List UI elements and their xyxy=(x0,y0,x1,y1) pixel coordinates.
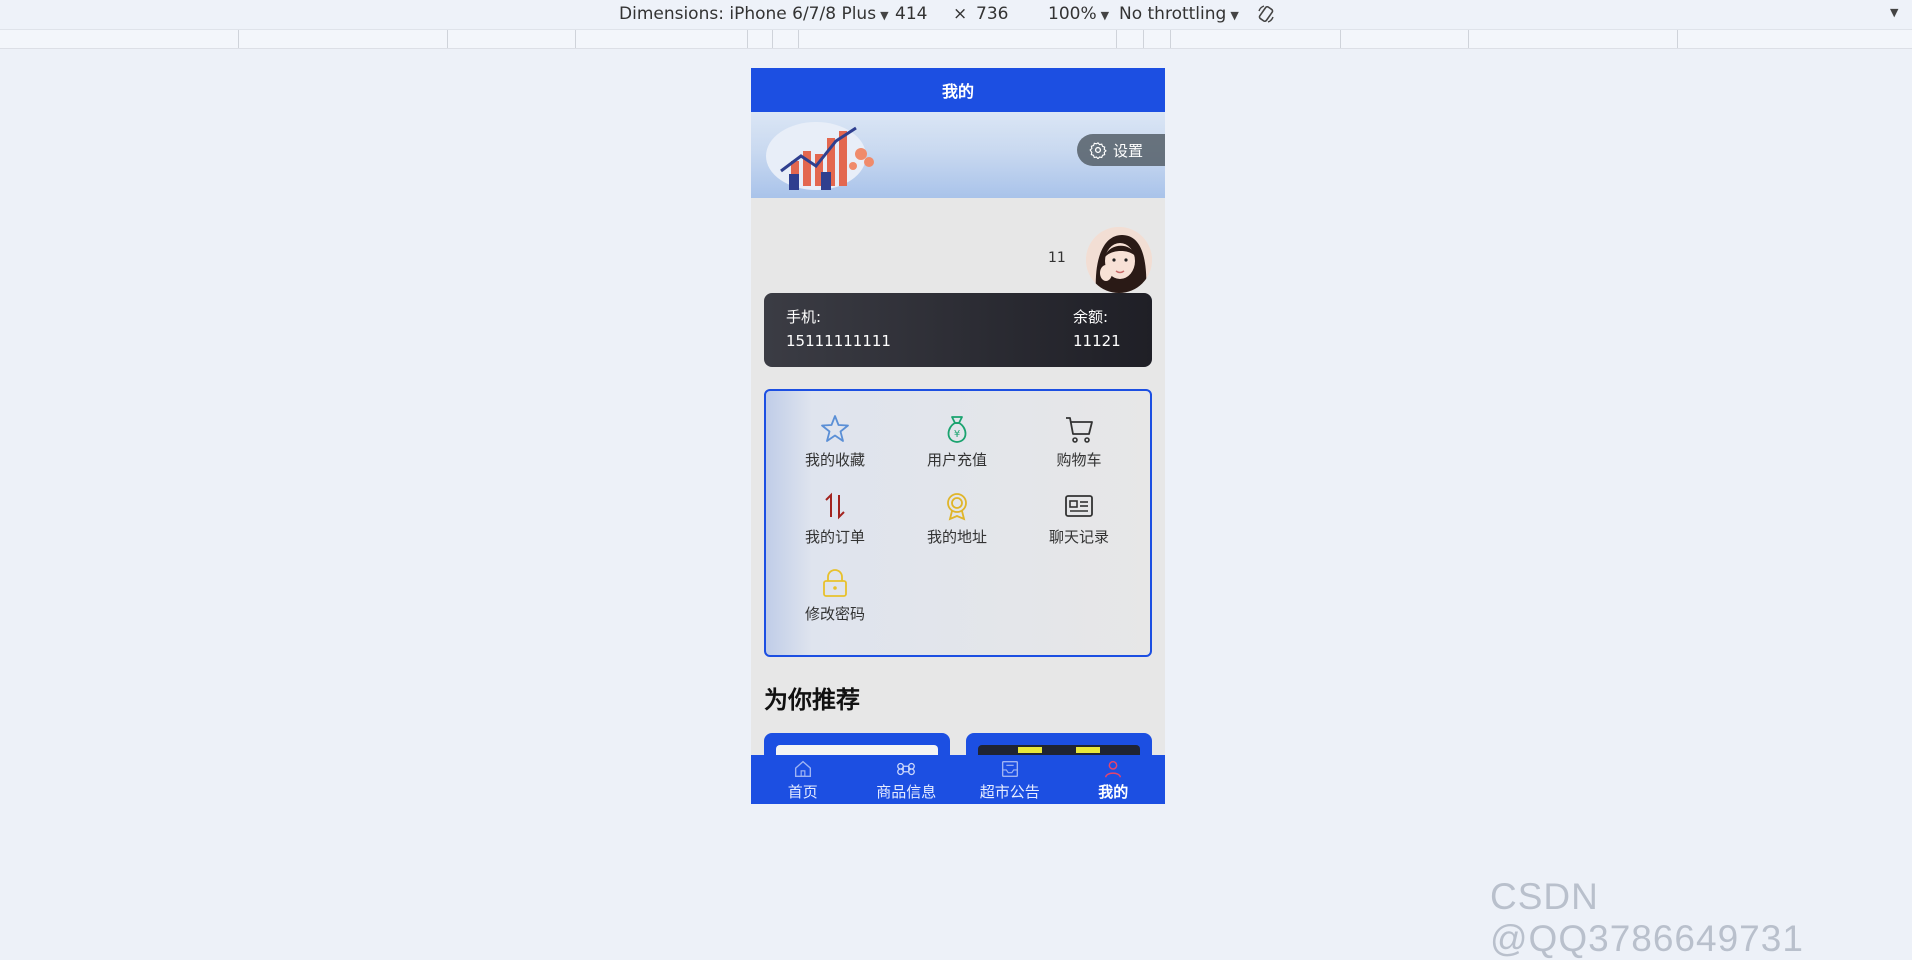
rotate-icon[interactable] xyxy=(1256,4,1276,24)
menu-label: 修改密码 xyxy=(804,605,865,623)
account-info-card: 手机: 15111111111 余额: 11121 xyxy=(764,293,1152,367)
menu-label: 我的地址 xyxy=(926,528,987,546)
function-menu-panel: 我的收藏 ¥ 用户充值 购物车 我的订单 我的地址 聊天记录 修改密码 xyxy=(764,389,1152,657)
medal-icon xyxy=(947,493,967,521)
width-input[interactable]: 414 xyxy=(895,4,927,24)
lock-icon xyxy=(823,569,847,597)
menu-item-change-password[interactable]: 修改密码 xyxy=(780,567,890,631)
profile-banner: 设置 xyxy=(751,112,1165,198)
page-header: 我的 xyxy=(751,68,1165,112)
tab-label: 首页 xyxy=(787,783,818,801)
dropdown-arrow-icon: ▼ xyxy=(1230,9,1239,22)
devtools-toolbar: Dimensions: iPhone 6/7/8 Plus ▼ 414 × 736… xyxy=(0,0,1912,30)
balance-value: 11121 xyxy=(1073,332,1121,350)
tab-notices[interactable]: 超市公告 xyxy=(958,755,1062,804)
menu-label: 我的订单 xyxy=(804,528,865,546)
avatar-image xyxy=(1086,227,1152,293)
up-down-arrows-icon xyxy=(825,492,845,520)
dimensions-label: Dimensions: iPhone 6/7/8 Plus xyxy=(619,4,877,24)
phone-label: 手机: xyxy=(786,308,822,326)
growth-chart-illustration xyxy=(766,122,874,190)
phone-viewport: 我的 设置 11 手机: 15111111111 余额: 11121 我的收藏 … xyxy=(751,68,1165,804)
balance-label: 余额: xyxy=(1073,308,1109,326)
dropdown-arrow-icon: ▼ xyxy=(1100,9,1110,22)
username: 11 xyxy=(1048,250,1066,266)
menu-label: 用户充值 xyxy=(926,451,987,469)
menu-label: 聊天记录 xyxy=(1048,528,1109,546)
menu-item-cart[interactable]: 购物车 xyxy=(1024,413,1134,477)
page-title: 我的 xyxy=(941,82,974,101)
menu-item-address[interactable]: 我的地址 xyxy=(902,490,1012,554)
avatar[interactable] xyxy=(1086,227,1152,293)
tab-products[interactable]: 商品信息 xyxy=(855,755,959,804)
menu-label: 购物车 xyxy=(1056,451,1102,469)
home-icon xyxy=(794,760,811,778)
recommend-section-title: 为你推荐 xyxy=(764,686,860,714)
tab-label: 商品信息 xyxy=(876,783,937,801)
menu-item-orders[interactable]: 我的订单 xyxy=(780,490,890,554)
watermark: CSDN @QQ3786649731 xyxy=(1490,876,1804,959)
bottom-tab-bar: 首页 商品信息 超市公告 我的 xyxy=(751,755,1165,804)
command-icon xyxy=(897,762,916,776)
id-card-icon xyxy=(1065,495,1093,517)
throttling-dropdown[interactable]: No throttling ▼ xyxy=(1119,4,1239,24)
menu-label: 我的收藏 xyxy=(804,451,865,469)
times-symbol: × xyxy=(953,4,968,24)
tab-mine[interactable]: 我的 xyxy=(1062,755,1166,804)
menu-item-chat-history[interactable]: 聊天记录 xyxy=(1024,490,1134,554)
cart-icon xyxy=(1066,417,1093,443)
device-dimensions-dropdown[interactable]: Dimensions: iPhone 6/7/8 Plus ▼ xyxy=(619,4,889,24)
zoom-label: 100% xyxy=(1048,4,1097,24)
money-bag-icon: ¥ xyxy=(947,416,967,443)
svg-text:¥: ¥ xyxy=(954,429,960,440)
throttling-label: No throttling xyxy=(1119,4,1227,24)
settings-button[interactable]: 设置 xyxy=(1077,134,1165,166)
zoom-dropdown[interactable]: 100% ▼ xyxy=(1048,4,1109,24)
tab-label: 我的 xyxy=(1098,783,1129,801)
dropdown-arrow-icon: ▼ xyxy=(880,9,889,22)
menu-item-favorites[interactable]: 我的收藏 xyxy=(780,413,890,477)
menu-item-recharge[interactable]: ¥ 用户充值 xyxy=(902,413,1012,477)
notice-icon xyxy=(1001,760,1018,778)
gear-icon xyxy=(1089,142,1107,159)
more-options-icon[interactable]: ▼ xyxy=(1890,6,1898,19)
media-query-ruler xyxy=(0,30,1912,49)
tab-home[interactable]: 首页 xyxy=(751,755,855,804)
tab-label: 超市公告 xyxy=(979,783,1040,801)
settings-label: 设置 xyxy=(1113,141,1144,160)
star-icon xyxy=(821,415,849,442)
height-input[interactable]: 736 xyxy=(976,4,1008,24)
user-icon xyxy=(1105,760,1122,778)
phone-value: 15111111111 xyxy=(786,332,891,350)
